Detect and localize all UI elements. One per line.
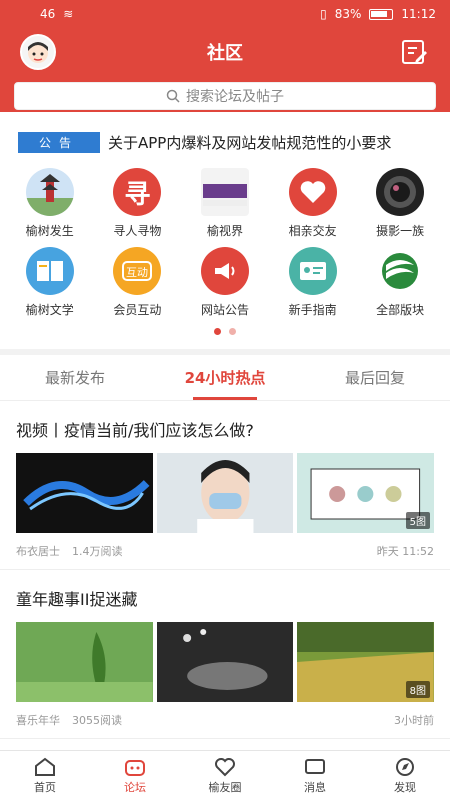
forum-item-lost-found[interactable]: 寻 寻人寻物 <box>94 168 182 239</box>
notice-text[interactable]: 关于APP内爆料及网站发帖规范性的小要求 <box>108 132 391 153</box>
image-count-badge: 8图 <box>405 681 431 698</box>
post-reads: 3055阅读 <box>72 714 122 727</box>
forum-label: 榆树文学 <box>25 303 74 317</box>
compass-icon <box>396 757 414 776</box>
post-meta: 布衣居士 1.4万阅读 昨天 11:52 <box>16 543 434 559</box>
forum-label: 新手指南 <box>288 303 337 317</box>
nav-label: 榆友圈 <box>208 780 242 794</box>
forum-item-photography[interactable]: 摄影一族 <box>356 168 444 239</box>
forum-icon <box>125 759 145 776</box>
nav-label: 首页 <box>34 780 56 794</box>
post-item[interactable]: 童年趣事II捉迷藏 8图 喜乐年华 3055阅读 3小时前 <box>0 570 450 739</box>
nav-label: 发现 <box>394 780 416 794</box>
post-item[interactable]: 视频丨疫情当前/我们应该怎么做? 5图 布衣居士 1.4万阅读 昨天 11:52 <box>0 401 450 570</box>
post-image[interactable] <box>16 622 153 702</box>
home-icon <box>35 757 55 776</box>
post-reads: 1.4万阅读 <box>72 545 123 558</box>
tab-24h-hot[interactable]: 24小时热点 <box>150 355 300 400</box>
heart-circle-icon <box>215 757 235 776</box>
forum-item-literature[interactable]: 榆树文学 <box>6 247 94 318</box>
post-image[interactable]: 8图 <box>297 622 435 702</box>
post-images: 8图 <box>16 622 435 702</box>
post-image[interactable] <box>156 622 294 702</box>
camera-lens-icon <box>376 168 425 216</box>
nav-home[interactable]: 首页 <box>0 751 90 800</box>
top-bar: 社区 <box>0 28 450 76</box>
bottom-nav: 首页 论坛 榆友圈 消息 发现 <box>0 750 450 800</box>
post-time: 3小时前 <box>394 714 434 727</box>
notice-badge: 公告 <box>18 131 100 153</box>
forum-label: 全部版块 <box>376 303 425 317</box>
post-meta: 喜乐年华 3055阅读 3小时前 <box>16 712 434 728</box>
forum-item-announcement[interactable]: 网站公告 <box>181 247 269 318</box>
nav-forum[interactable]: 论坛 <box>90 751 180 800</box>
all-sections-icon <box>376 247 425 295</box>
post-image[interactable] <box>16 453 153 533</box>
page-indicator <box>0 318 450 349</box>
forum-label: 榆树发生 <box>25 224 74 238</box>
signal-indicator: 46 <box>40 7 56 21</box>
post-author[interactable]: 喜乐年华 <box>16 712 60 728</box>
post-title[interactable]: 童年趣事II捉迷藏 <box>16 586 434 610</box>
post-image[interactable] <box>156 453 294 533</box>
page-dot[interactable] <box>229 328 236 335</box>
post-image[interactable]: 5图 <box>297 453 435 533</box>
post-author[interactable]: 布衣居士 <box>16 543 60 559</box>
image-count-badge: 5图 <box>405 512 431 529</box>
heart-icon <box>288 168 337 216</box>
pagoda-icon <box>25 168 74 216</box>
user-avatar-icon <box>28 42 48 63</box>
search-person-icon: 寻 <box>113 168 162 216</box>
book-icon <box>25 247 74 295</box>
forum-label: 相亲交友 <box>288 224 337 238</box>
forum-item-newbie-guide[interactable]: 新手指南 <box>269 247 357 318</box>
tab-last-reply[interactable]: 最后回复 <box>300 355 450 400</box>
search-icon <box>166 89 180 103</box>
search-area: 搜索论坛及帖子 <box>0 76 450 122</box>
search-input[interactable]: 搜索论坛及帖子 <box>14 82 436 110</box>
tab-latest[interactable]: 最新发布 <box>0 355 150 400</box>
nav-messages[interactable]: 消息 <box>270 751 360 800</box>
forum-grid: 榆树发生 寻 寻人寻物 榆视界 相亲交友 摄影一族 榆树文学 互动 会员互动 网… <box>0 162 450 318</box>
page-dot-active[interactable] <box>214 328 221 335</box>
nav-friends-circle[interactable]: 榆友圈 <box>180 751 270 800</box>
post-time: 昨天 11:52 <box>376 545 434 558</box>
compose-icon[interactable] <box>400 38 428 66</box>
forum-item-member-interact[interactable]: 互动 会员互动 <box>94 247 182 318</box>
forum-item-yushijie[interactable]: 榆视界 <box>181 168 269 239</box>
battery-icon <box>369 8 394 20</box>
status-bar: 46 ≋ ▯ 83% 11:12 <box>0 0 450 28</box>
svg-text:互动: 互动 <box>126 266 148 279</box>
clock: 11:12 <box>401 7 436 21</box>
interact-icon: 互动 <box>113 247 162 295</box>
forum-label: 摄影一族 <box>376 224 425 238</box>
forum-item-dating[interactable]: 相亲交友 <box>269 168 357 239</box>
forum-label: 榆视界 <box>206 224 243 238</box>
message-icon <box>305 758 325 774</box>
post-title[interactable]: 视频丨疫情当前/我们应该怎么做? <box>16 417 434 441</box>
forum-item-all-sections[interactable]: 全部版块 <box>356 247 444 318</box>
battery-percent: 83% <box>334 7 362 21</box>
guide-icon <box>288 247 337 295</box>
megaphone-icon <box>200 247 249 295</box>
avatar[interactable] <box>20 34 56 70</box>
vibrate-icon: ▯ <box>320 7 327 21</box>
yushijie-logo-icon <box>200 168 249 216</box>
nav-label: 消息 <box>304 780 326 794</box>
forum-label: 会员互动 <box>113 303 162 317</box>
feed-tabs: 最新发布 24小时热点 最后回复 <box>0 355 450 401</box>
forum-item-yushu-happen[interactable]: 榆树发生 <box>6 168 94 239</box>
search-placeholder: 搜索论坛及帖子 <box>186 89 284 105</box>
post-images: 5图 <box>16 453 435 533</box>
nav-discover[interactable]: 发现 <box>360 751 450 800</box>
forum-label: 寻人寻物 <box>113 224 162 238</box>
wifi-icon: ≋ <box>63 7 74 21</box>
nav-label: 论坛 <box>124 780 146 794</box>
page-title: 社区 <box>207 43 243 64</box>
notice-bar[interactable]: 公告 关于APP内爆料及网站发帖规范性的小要求 <box>0 122 450 162</box>
forum-label: 网站公告 <box>200 303 249 317</box>
